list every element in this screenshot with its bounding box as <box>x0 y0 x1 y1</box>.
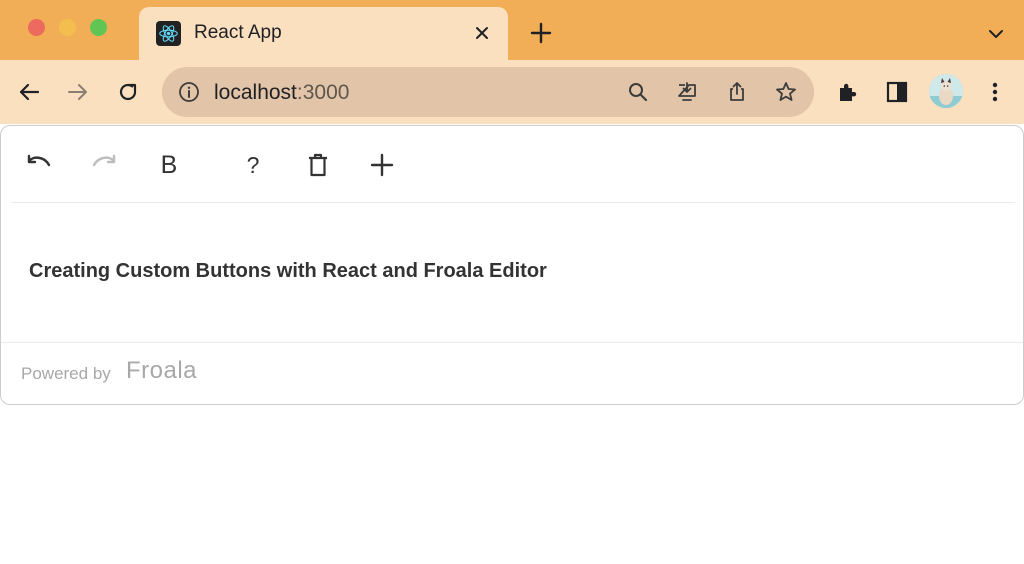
bold-button[interactable]: B <box>149 145 189 185</box>
plus-icon[interactable] <box>362 145 402 185</box>
profile-avatar[interactable] <box>929 74 963 108</box>
minimize-window-button[interactable] <box>59 19 76 36</box>
info-icon[interactable] <box>177 80 201 104</box>
close-tab-icon[interactable] <box>469 20 495 46</box>
help-label: ? <box>246 151 260 178</box>
undo-icon[interactable] <box>19 145 59 185</box>
forward-arrow-icon[interactable] <box>63 77 93 107</box>
search-icon[interactable] <box>625 79 651 105</box>
maximize-window-button[interactable] <box>90 19 107 36</box>
trash-icon[interactable] <box>298 145 338 185</box>
bookmark-star-icon[interactable] <box>773 79 799 105</box>
editor-footer: Powered by Froala <box>1 342 1023 405</box>
help-button[interactable]: ? <box>233 145 273 185</box>
new-tab-button[interactable] <box>527 19 555 47</box>
url-text[interactable]: localhost:3000 <box>214 81 349 105</box>
froala-logo-link[interactable]: Froala <box>126 357 197 385</box>
url-host: localhost <box>214 81 297 104</box>
chevron-down-icon[interactable] <box>982 20 1010 48</box>
editor-toolbar: B ? <box>11 126 1015 203</box>
froala-editor: B ? Creating Custom Buttons with React a… <box>0 125 1024 405</box>
address-bar[interactable]: localhost:3000 <box>162 67 814 117</box>
tab-title: React App <box>194 22 282 43</box>
redo-icon[interactable] <box>84 145 124 185</box>
more-vertical-icon[interactable] <box>980 77 1010 107</box>
install-app-icon[interactable] <box>674 79 700 105</box>
react-logo-icon <box>156 21 181 46</box>
side-panel-icon[interactable] <box>882 77 912 107</box>
reload-icon[interactable] <box>113 77 143 107</box>
editor-content[interactable]: Creating Custom Buttons with React and F… <box>29 260 547 283</box>
browser-tab[interactable]: React App <box>139 7 508 60</box>
bold-label: B <box>160 150 178 179</box>
tab-strip: React App <box>0 0 1024 60</box>
extensions-icon[interactable] <box>833 77 863 107</box>
share-icon[interactable] <box>724 79 750 105</box>
browser-toolbar: localhost:3000 <box>0 60 1024 124</box>
back-arrow-icon[interactable] <box>14 77 44 107</box>
url-port: :3000 <box>296 81 350 104</box>
powered-by-text: Powered by <box>21 364 111 383</box>
close-window-button[interactable] <box>28 19 45 36</box>
